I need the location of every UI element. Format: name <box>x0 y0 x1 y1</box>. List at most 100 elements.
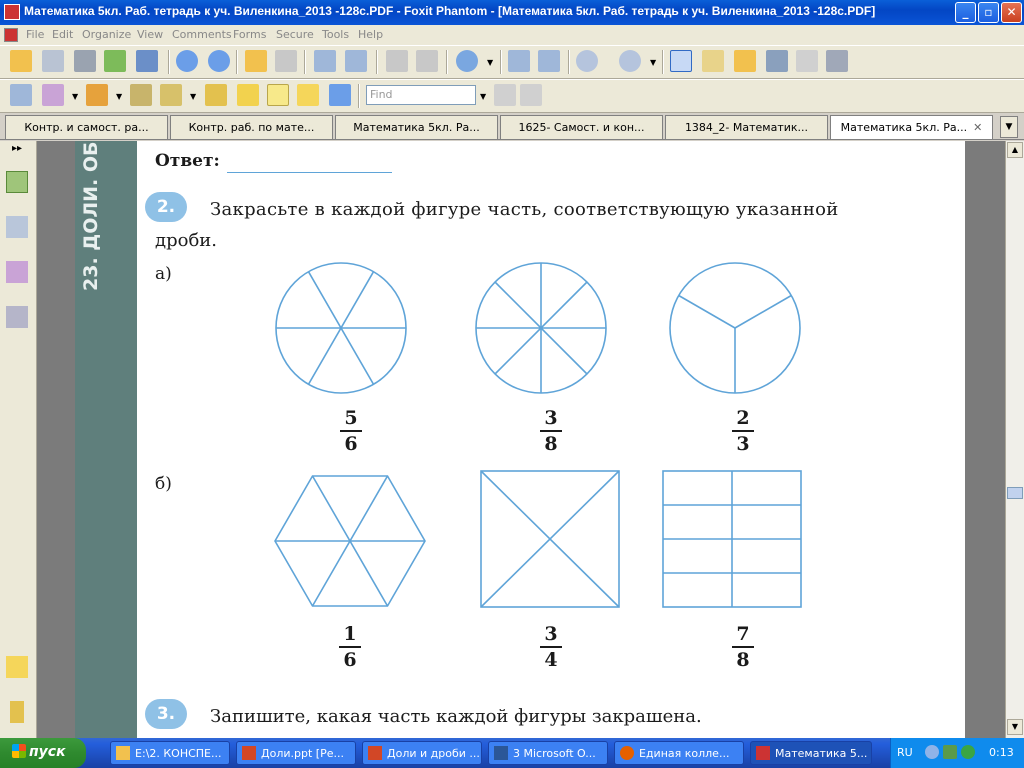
stamp-icon[interactable] <box>86 84 108 106</box>
foxit-app-icon[interactable] <box>4 4 20 20</box>
language-indicator[interactable]: RU <box>897 746 913 759</box>
taskbar-item-foxit[interactable]: Математика 5... <box>750 741 872 765</box>
highlight-icon[interactable] <box>237 84 259 106</box>
pages-panel-icon[interactable] <box>6 171 28 193</box>
binoculars-icon[interactable] <box>766 50 788 72</box>
tray-app-icon[interactable] <box>925 745 939 759</box>
menu-file[interactable]: File <box>26 28 44 41</box>
task-3-text: Запишите, какая часть каждой фигуры закр… <box>210 706 702 727</box>
document-icon[interactable] <box>4 28 18 42</box>
firefox-icon <box>620 746 634 760</box>
menu-organize[interactable]: Organize <box>82 28 131 41</box>
foxit-icon <box>756 746 770 760</box>
find-next-icon[interactable] <box>520 84 542 106</box>
arrow-tool-icon[interactable] <box>329 84 351 106</box>
taskbar-item-powerpoint-1[interactable]: Доли.ppt [Ре... <box>236 741 356 765</box>
select-text-icon[interactable] <box>702 50 724 72</box>
tab-document-6-active[interactable]: Математика 5кл. Ра... ✕ <box>830 115 993 139</box>
previous-page-icon[interactable] <box>176 50 198 72</box>
circle-three-sectors-figure <box>669 262 801 394</box>
find-previous-icon[interactable] <box>494 84 516 106</box>
typewriter-icon[interactable] <box>796 50 818 72</box>
insert-pages-icon[interactable] <box>345 50 367 72</box>
print-icon[interactable] <box>74 50 96 72</box>
paperclip-icon[interactable] <box>10 701 24 723</box>
taskbar-item-powerpoint-2[interactable]: Доли и дроби ... <box>362 741 482 765</box>
scan-icon[interactable] <box>136 50 158 72</box>
back-arrow-icon[interactable] <box>245 50 267 72</box>
form-dropdown-icon[interactable]: ▼ <box>72 92 78 101</box>
text-box-icon[interactable] <box>267 84 289 106</box>
powerpoint-icon <box>242 746 256 760</box>
undo-icon[interactable] <box>386 50 408 72</box>
menu-view[interactable]: View <box>137 28 163 41</box>
document-view[interactable]: 23. ДОЛИ. ОБЫ Ответ: 2. Закрасьте в кажд… <box>37 141 1005 738</box>
zoom-dropdown-icon[interactable]: ▼ <box>487 58 493 67</box>
redo-icon[interactable] <box>416 50 438 72</box>
menu-secure[interactable]: Secure <box>276 28 314 41</box>
tab-document-3[interactable]: Математика 5кл. Ра... <box>335 115 498 139</box>
menu-tools[interactable]: Tools <box>322 28 349 41</box>
select-annotation-icon[interactable] <box>734 50 756 72</box>
toolbar-separator <box>500 50 502 74</box>
note-edit-icon[interactable] <box>205 84 227 106</box>
comments-panel-icon[interactable] <box>6 656 28 678</box>
next-page-icon[interactable] <box>208 50 230 72</box>
taskbar-item-firefox[interactable]: Единая колле... <box>614 741 744 765</box>
vertical-scrollbar[interactable]: ▲ ▼ <box>1005 141 1024 738</box>
save-icon[interactable] <box>42 50 64 72</box>
maximize-button[interactable]: ▫ <box>978 2 999 23</box>
tab-document-5[interactable]: 1384_2- Математик... <box>665 115 828 139</box>
scroll-down-icon[interactable]: ▼ <box>1007 719 1023 735</box>
tab-document-1[interactable]: Контр. и самост. ра... <box>5 115 168 139</box>
comment-icon[interactable] <box>297 84 319 106</box>
menu-forms[interactable]: Forms <box>233 28 266 41</box>
scroll-up-icon[interactable]: ▲ <box>1007 142 1023 158</box>
tabs-list-dropdown-icon[interactable]: ▼ <box>1000 116 1018 138</box>
fraction-three-eighths: 3 8 <box>536 407 566 455</box>
menu-edit[interactable]: Edit <box>52 28 73 41</box>
start-button[interactable]: пуск <box>0 738 86 768</box>
zoom-out-icon[interactable] <box>576 50 598 72</box>
extract-pages-icon[interactable] <box>314 50 336 72</box>
page-view-icon[interactable] <box>10 84 32 106</box>
zoom-icon[interactable] <box>456 50 478 72</box>
find-input[interactable]: Find <box>366 85 476 105</box>
zoom-level-dropdown-icon[interactable]: ▼ <box>650 58 656 67</box>
fraction-numerator: 3 <box>544 407 558 429</box>
security-dropdown-icon[interactable]: ▼ <box>190 92 196 101</box>
fit-width-icon[interactable] <box>538 50 560 72</box>
find-dropdown-icon[interactable]: ▼ <box>480 92 486 101</box>
hand-tool-icon[interactable] <box>670 50 692 72</box>
antivirus-icon[interactable] <box>961 745 975 759</box>
layers-panel-icon[interactable] <box>6 261 28 283</box>
menu-comments[interactable]: Comments <box>172 28 232 41</box>
open-icon[interactable] <box>10 50 32 72</box>
form-edit-icon[interactable] <box>42 84 64 106</box>
fit-page-icon[interactable] <box>508 50 530 72</box>
email-icon[interactable] <box>104 50 126 72</box>
taskbar-item-explorer[interactable]: E:\2. КОНСПЕ... <box>110 741 230 765</box>
scroll-thumb[interactable] <box>1007 487 1023 499</box>
sign-icon[interactable] <box>130 84 152 106</box>
fraction-denominator: 6 <box>343 649 357 671</box>
close-button[interactable]: ✕ <box>1001 2 1022 23</box>
tab-document-2[interactable]: Контр. раб. по мате... <box>170 115 333 139</box>
forward-arrow-icon[interactable] <box>275 50 297 72</box>
minimize-button[interactable]: _ <box>955 2 976 23</box>
attachments-stack-icon[interactable] <box>6 306 28 328</box>
taskbar-item-word-group[interactable]: 3 Microsoft O... <box>488 741 608 765</box>
bookmarks-panel-icon[interactable] <box>6 216 28 238</box>
tab-close-icon[interactable]: ✕ <box>973 121 982 134</box>
snapshot-icon[interactable] <box>826 50 848 72</box>
tab-document-4[interactable]: 1625- Самост. и кон... <box>500 115 663 139</box>
navigation-panel: ▸▸ <box>0 141 37 738</box>
fraction-three-quarters: 3 4 <box>536 623 566 671</box>
menu-help[interactable]: Help <box>358 28 383 41</box>
collapse-panel-icon[interactable]: ▸▸ <box>12 143 22 154</box>
zoom-in-icon[interactable] <box>619 50 641 72</box>
network-icon[interactable] <box>943 745 957 759</box>
start-label: пуск <box>29 744 66 760</box>
lock-icon[interactable] <box>160 84 182 106</box>
stamp-dropdown-icon[interactable]: ▼ <box>116 92 122 101</box>
